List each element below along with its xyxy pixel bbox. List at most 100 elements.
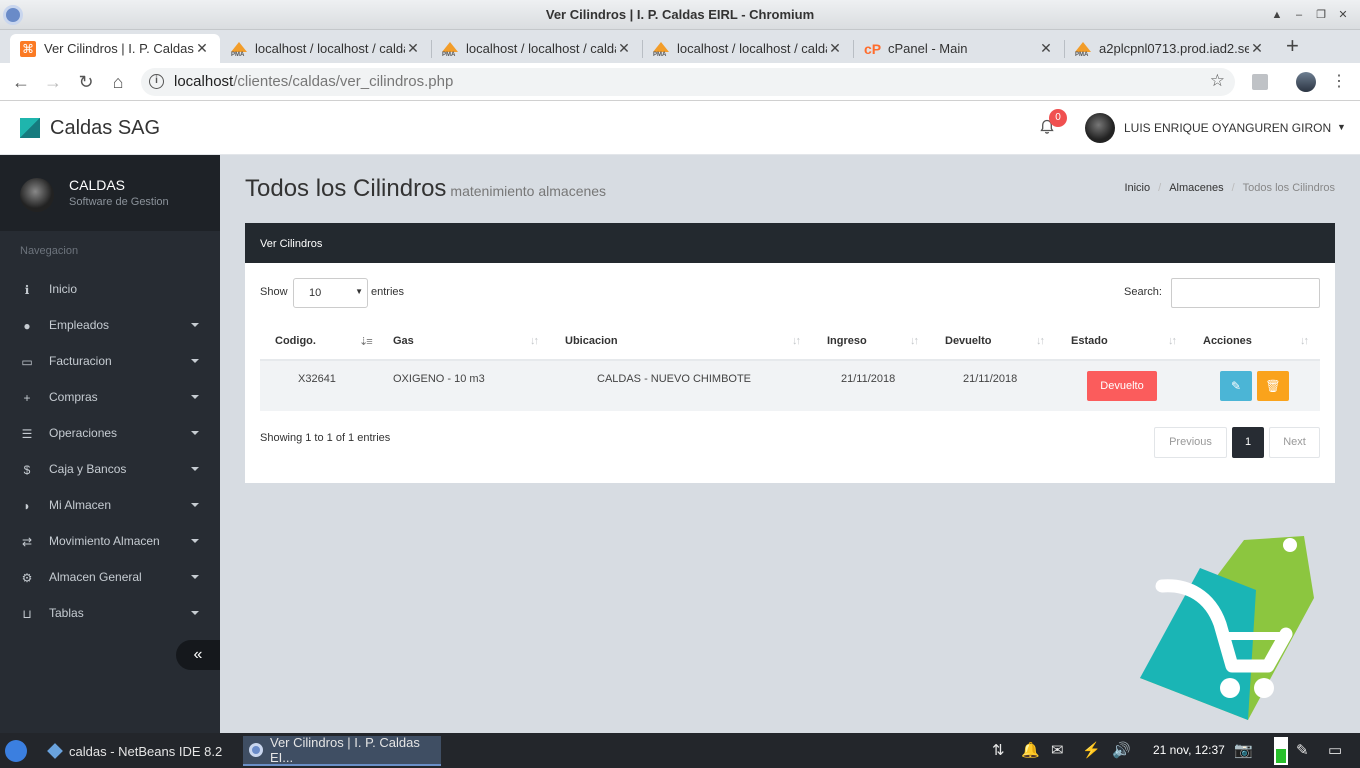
- notification-count-badge: 0: [1049, 109, 1067, 127]
- clipboard-icon[interactable]: ✎: [1296, 741, 1309, 761]
- column-acciones[interactable]: Acciones: [1203, 335, 1252, 347]
- caret-down-icon[interactable]: ▼: [1337, 122, 1346, 132]
- sort-icon[interactable]: ↓↑: [910, 335, 919, 347]
- window-titlebar: Ver Cilindros | I. P. Caldas EIRL - Chro…: [0, 0, 1360, 30]
- tab-close-icon[interactable]: ✕: [616, 40, 632, 57]
- browser-tab-secureserver[interactable]: a2plcpnl0713.prod.iad2.secureserver.net …: [1065, 34, 1275, 63]
- column-estado[interactable]: Estado: [1071, 335, 1108, 347]
- sidebar-item-operaciones[interactable]: ☰ Operaciones: [0, 415, 220, 451]
- volume-icon[interactable]: 🔊: [1112, 741, 1131, 761]
- start-menu-icon[interactable]: [5, 740, 27, 762]
- mail-icon[interactable]: ✉: [1051, 741, 1064, 761]
- browser-menu-icon[interactable]: ⋮: [1331, 72, 1347, 92]
- caret-down-icon: ▼: [355, 287, 363, 296]
- browser-tab-phpmyadmin-3[interactable]: localhost / localhost / caldas ✕: [643, 34, 853, 63]
- sidebar-item-label: Compras: [49, 390, 98, 404]
- cpu-monitor-icon[interactable]: [1274, 737, 1288, 765]
- browser-tab-phpmyadmin-2[interactable]: localhost / localhost / caldas ✕: [432, 34, 642, 63]
- address-bar[interactable]: i localhost/clientes/caldas/ver_cilindro…: [141, 68, 1235, 96]
- new-tab-button[interactable]: +: [1286, 35, 1299, 57]
- tab-close-icon[interactable]: ✕: [194, 40, 210, 57]
- sort-icon[interactable]: ↓↑: [530, 335, 539, 347]
- sidebar-item-almacen-general[interactable]: ⚙ Almacen General: [0, 559, 220, 595]
- power-icon[interactable]: ⚡: [1082, 741, 1101, 761]
- edit-button[interactable]: ✎: [1220, 371, 1252, 401]
- taskbar-label: caldas - NetBeans IDE 8.2: [69, 743, 223, 759]
- cell-gas: OXIGENO - 10 m3: [393, 373, 485, 385]
- caret-down-icon: [191, 467, 199, 471]
- cogs-icon: ⚙: [21, 571, 33, 585]
- window-minimize-button[interactable]: –: [1290, 6, 1308, 24]
- extension-icon[interactable]: [1252, 74, 1268, 90]
- sidebar-item-inicio[interactable]: ℹ Inicio: [0, 271, 220, 307]
- column-gas[interactable]: Gas: [393, 335, 414, 347]
- column-ubicacion[interactable]: Ubicacion: [565, 335, 618, 347]
- profile-avatar[interactable]: [1296, 72, 1316, 92]
- sidebar-item-facturacion[interactable]: ▭ Facturacion: [0, 343, 220, 379]
- screenshot-icon[interactable]: 📷: [1234, 741, 1253, 761]
- caret-down-icon: [191, 431, 199, 435]
- table-header: Codigo. ⇣≡ Gas ↓↑ Ubicacion ↓↑ Ingreso ↓…: [260, 323, 1320, 361]
- cpanel-icon: cP: [864, 40, 882, 57]
- cell-ubicacion: CALDAS - NUEVO CHIMBOTE: [597, 373, 752, 385]
- home-icon[interactable]: ⌂: [106, 70, 130, 94]
- search-input[interactable]: [1171, 278, 1320, 308]
- sidebar-item-tablas[interactable]: ⊔ Tablas: [0, 595, 220, 631]
- sort-icon[interactable]: ↓↑: [1300, 335, 1309, 347]
- brand-name[interactable]: Caldas SAG: [50, 117, 160, 140]
- tab-label: cPanel - Main: [888, 41, 968, 56]
- tab-close-icon[interactable]: ✕: [827, 40, 843, 57]
- pagination-next[interactable]: Next: [1269, 427, 1320, 458]
- sidebar-item-caja-bancos[interactable]: $ Caja y Bancos: [0, 451, 220, 487]
- sort-asc-icon[interactable]: ⇣≡: [359, 335, 373, 348]
- sort-icon[interactable]: ↓↑: [1036, 335, 1045, 347]
- desktop-icon[interactable]: ▭: [1328, 741, 1342, 761]
- sort-icon[interactable]: ↓↑: [792, 335, 801, 347]
- browser-tab-ver-cilindros[interactable]: Ver Cilindros | I. P. Caldas EIRL ✕: [10, 34, 220, 63]
- sidebar-item-compras[interactable]: + Compras: [0, 379, 220, 415]
- bookmark-star-icon[interactable]: ☆: [1210, 71, 1225, 91]
- pagination-page-1[interactable]: 1: [1232, 427, 1264, 458]
- back-arrow-icon[interactable]: ←: [9, 70, 33, 94]
- tab-close-icon[interactable]: ✕: [1038, 40, 1054, 57]
- forward-arrow-icon[interactable]: →: [41, 70, 65, 94]
- panel-title: Ver Cilindros: [245, 223, 1335, 263]
- taskbar-chromium[interactable]: Ver Cilindros | I. P. Caldas EI...: [243, 735, 441, 766]
- column-codigo[interactable]: Codigo.: [275, 335, 316, 347]
- caret-down-icon: [191, 575, 199, 579]
- url-text[interactable]: localhost/clientes/caldas/ver_cilindros.…: [174, 73, 453, 90]
- window-maximize-up-icon[interactable]: ▲: [1268, 6, 1286, 24]
- user-avatar[interactable]: [1085, 113, 1115, 143]
- taskbar-clock[interactable]: 21 nov, 12:37: [1153, 743, 1225, 757]
- status-badge[interactable]: Devuelto: [1087, 371, 1157, 401]
- window-close-button[interactable]: ✕: [1334, 6, 1352, 24]
- network-transfer-icon[interactable]: ⇅: [992, 741, 1005, 761]
- sidebar-collapse-button[interactable]: «: [176, 640, 220, 670]
- tab-close-icon[interactable]: ✕: [405, 40, 421, 57]
- browser-tab-cpanel[interactable]: cP cPanel - Main ✕: [854, 34, 1064, 63]
- browser-tab-phpmyadmin-1[interactable]: localhost / localhost / caldas ✕: [221, 34, 431, 63]
- sidebar-item-mi-almacen[interactable]: ◗ Mi Almacen: [0, 487, 220, 523]
- tab-close-icon[interactable]: ✕: [1249, 40, 1265, 57]
- notification-bell-icon[interactable]: 🔔: [1021, 741, 1040, 761]
- sidebar-title: CALDAS: [69, 177, 126, 193]
- breadcrumb-almacenes[interactable]: Almacenes: [1169, 182, 1223, 194]
- site-info-icon[interactable]: i: [149, 74, 164, 89]
- delete-button[interactable]: 🗑: [1257, 371, 1289, 401]
- dollar-icon: $: [23, 463, 31, 477]
- breadcrumb-inicio[interactable]: Inicio: [1124, 182, 1150, 194]
- column-ingreso[interactable]: Ingreso: [827, 335, 867, 347]
- sidebar-item-label: Facturacion: [49, 354, 112, 368]
- table-row: X32641 OXIGENO - 10 m3 CALDAS - NUEVO CH…: [260, 361, 1320, 411]
- user-name[interactable]: LUIS ENRIQUE OYANGUREN GIRON: [1124, 121, 1331, 135]
- sidebar-item-movimiento-almacen[interactable]: ⇄ Movimiento Almacen: [0, 523, 220, 559]
- sort-icon[interactable]: ↓↑: [1168, 335, 1177, 347]
- window-restore-button[interactable]: ❐: [1312, 6, 1330, 24]
- reload-icon[interactable]: ↻: [74, 70, 98, 94]
- column-devuelto[interactable]: Devuelto: [945, 335, 991, 347]
- page-length-select[interactable]: 10 ▼: [293, 278, 368, 308]
- sidebar-item-empleados[interactable]: ● Empleados: [0, 307, 220, 343]
- cell-ingreso: 21/11/2018: [841, 373, 896, 385]
- taskbar-netbeans[interactable]: caldas - NetBeans IDE 8.2: [42, 736, 228, 766]
- pagination-previous[interactable]: Previous: [1154, 427, 1227, 458]
